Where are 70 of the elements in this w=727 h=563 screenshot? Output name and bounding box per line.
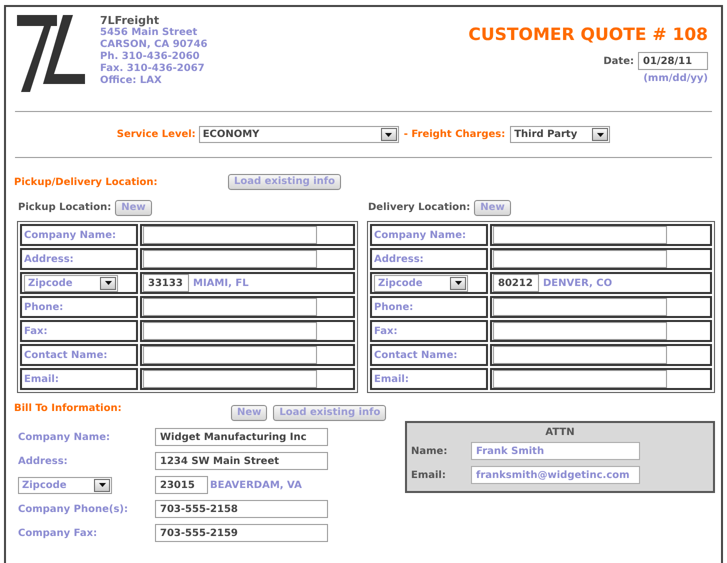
input-field[interactable] (143, 346, 317, 364)
input-field[interactable] (493, 298, 667, 316)
dropdown-button[interactable] (450, 276, 466, 290)
zipcode-field[interactable]: 23015 (155, 476, 208, 494)
freight-charges-dropdown[interactable]: Third Party (510, 126, 610, 143)
city-state: DENVER, CO (543, 278, 612, 288)
section-heading: Pickup/Delivery Location: (14, 176, 159, 188)
zipcode-field[interactable]: 80212 (493, 274, 539, 292)
field-label: Fax: (20, 320, 138, 342)
field-label: Email: (20, 368, 138, 390)
freight-charges-label: - Freight Charges: (404, 129, 506, 140)
service-level-label: Service Level: (116, 129, 196, 140)
caret-icon (596, 132, 604, 136)
company-name: 7LFreight (100, 15, 160, 27)
city-state: BEAVERDAM, VA (210, 480, 302, 490)
input-field[interactable] (143, 250, 317, 268)
field-label: Phone: (370, 296, 488, 318)
company-detail: 5456 Main Street (100, 27, 198, 39)
field-label: Name: (411, 446, 448, 456)
field-label: Company Fax: (18, 528, 98, 538)
dropdown-button[interactable] (592, 128, 608, 141)
input-field[interactable]: 703-555-2158 (155, 500, 328, 518)
city-state: MIAMI, FL (193, 278, 249, 288)
logo-icon (17, 15, 85, 93)
section-heading: Bill To Information: (14, 403, 123, 414)
input-field[interactable]: 703-555-2159 (155, 524, 328, 542)
company-detail: Office: LAX (100, 75, 163, 87)
caret-icon (454, 281, 462, 285)
service-level-dropdown[interactable]: ECONOMY (198, 126, 399, 143)
location-heading: Delivery Location: (368, 202, 470, 213)
dropdown-button[interactable] (100, 276, 116, 290)
dropdown-button[interactable] (94, 478, 110, 492)
input-field[interactable] (143, 226, 317, 244)
dropdown-button[interactable] (380, 128, 397, 141)
zipcode-field[interactable]: 33133 (143, 274, 189, 292)
field-label: Phone: (20, 296, 138, 318)
caret-icon (385, 132, 392, 136)
field-label: Email: (411, 470, 447, 480)
input-field[interactable] (493, 322, 667, 340)
caret-icon (104, 281, 112, 285)
attn-title: ATTN (545, 427, 575, 438)
input-field[interactable] (143, 370, 317, 388)
company-detail: Ph. 310-436-2060 (100, 51, 201, 63)
input-field[interactable] (143, 298, 317, 316)
quote-title: CUSTOMER QUOTE # 108 (468, 25, 708, 45)
date-format-hint: (mm/dd/yy) (643, 73, 708, 84)
input-field[interactable]: 1234 SW Main Street (155, 452, 328, 470)
field-label: Contact Name: (370, 344, 488, 366)
field-label: Address: (370, 248, 488, 270)
input-field[interactable] (493, 226, 667, 244)
input-field[interactable] (143, 322, 317, 340)
field-label: Company Phone(s): (18, 504, 129, 514)
field-label: Company Name: (370, 224, 488, 246)
date-field[interactable]: 01/28/11 (638, 52, 708, 70)
field-label: Email: (370, 368, 488, 390)
field-label: Fax: (370, 320, 488, 342)
field-label: Contact Name: (20, 344, 138, 366)
input-field[interactable] (493, 346, 667, 364)
input-field[interactable] (493, 250, 667, 268)
input-field[interactable] (493, 370, 667, 388)
field-label: Company Name: (18, 432, 111, 442)
field-label: Address: (20, 248, 138, 270)
field-label: Address: (18, 456, 69, 466)
location-heading: Pickup Location: (18, 202, 112, 213)
input-field[interactable]: Widget Manufacturing Inc (155, 428, 328, 446)
date-label: Date: (603, 56, 634, 66)
caret-icon (98, 483, 106, 487)
company-detail: Fax. 310-436-2067 (100, 63, 206, 75)
field-label: Company Name: (20, 224, 138, 246)
company-detail: CARSON, CA 90746 (100, 39, 208, 51)
